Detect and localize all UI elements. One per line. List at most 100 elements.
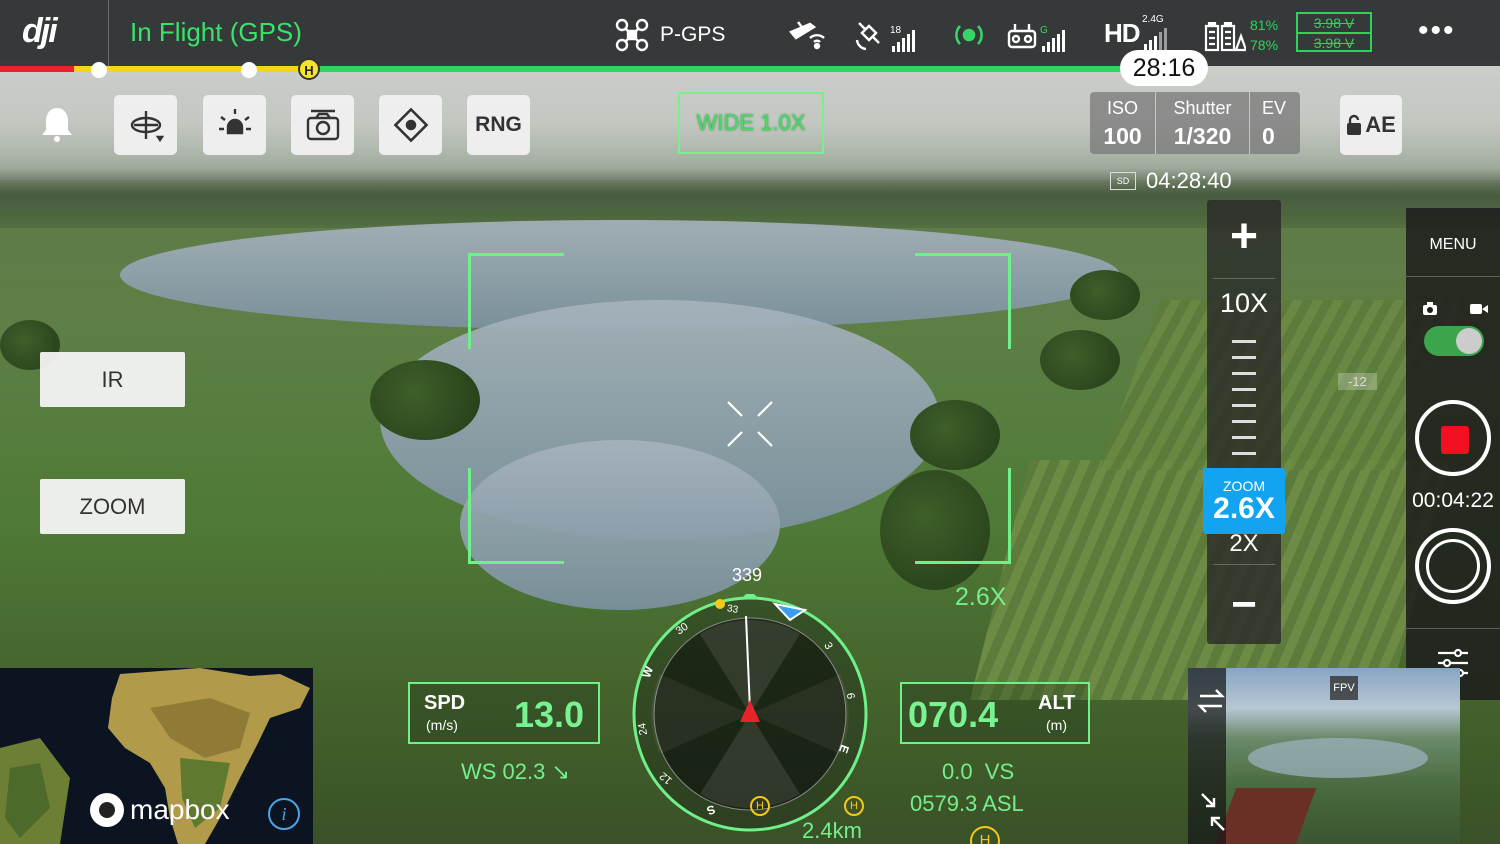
spotlight-button[interactable]	[203, 95, 266, 155]
compass-home-icon: H	[750, 796, 770, 816]
recording-time: 00:04:22	[1412, 489, 1494, 512]
zoom-in-icon[interactable]: +	[1207, 212, 1281, 262]
satellite-icon	[855, 22, 880, 51]
capture-rail: MENU 00:04:22	[1406, 208, 1500, 700]
altitude-panel: 070.4 ALT (m)	[900, 682, 1090, 744]
sd-remaining-time: 04:28:40	[1146, 168, 1232, 193]
zoom-slider[interactable]: + 10X 2X −	[1207, 200, 1281, 644]
cell-voltage-1: 3.98 V	[1313, 15, 1355, 31]
zoom-thumb-value: 2.6X	[1213, 492, 1275, 525]
cell-voltage-box[interactable]: 3.98 V 3.98 V	[1296, 12, 1372, 52]
zoom-thumb-caption: ZOOM	[1223, 478, 1265, 494]
record-button[interactable]	[1415, 400, 1491, 476]
iso-setting[interactable]: ISO 100	[1090, 92, 1156, 154]
compass-heading: 339	[732, 565, 763, 585]
video-mode-icon	[1470, 304, 1488, 314]
ae-lock-button[interactable]: AE	[1340, 95, 1402, 155]
flight-status[interactable]: In Flight (GPS)	[130, 17, 302, 48]
altitude-asl: 0579.3 ASL	[910, 791, 1024, 816]
mapbox-attribution: mapbox	[90, 793, 230, 827]
collapse-view-icon[interactable]	[1200, 792, 1226, 832]
flight-mode-indicator[interactable]: P-GPS	[614, 17, 725, 53]
aircraft-signal-indicator[interactable]	[788, 14, 828, 52]
safe-segment	[310, 66, 1130, 72]
speed-label: SPD	[424, 692, 466, 714]
compass-tick-24: 24	[636, 721, 651, 737]
ev-label: EV	[1262, 98, 1287, 118]
focus-bracket-bottom-left	[468, 468, 564, 564]
shutter-setting[interactable]: Shutter 1/320	[1156, 92, 1250, 154]
remaining-flight-time-bar: H 28:16	[0, 50, 1500, 86]
zoom-slider-thumb[interactable]: ZOOM 2.6X	[1203, 468, 1285, 534]
battery-indicator[interactable]	[1204, 14, 1246, 52]
swap-view-icon[interactable]	[1196, 686, 1226, 716]
photo-video-toggle[interactable]	[1424, 326, 1484, 356]
dji-logo[interactable]: dji	[22, 12, 58, 51]
obstacle-sensing-indicator[interactable]	[952, 14, 986, 52]
focus-bracket-top-left	[468, 253, 564, 349]
zoom-out-icon[interactable]: −	[1207, 580, 1281, 630]
divider	[1213, 564, 1275, 565]
flight-time-remaining: 28:16	[1120, 50, 1208, 86]
waypoint-button[interactable]	[379, 95, 442, 155]
zoom-tick-scale	[1232, 340, 1256, 468]
critical-threshold-marker	[91, 62, 107, 78]
lens-zoom-indicator[interactable]: WIDE 1.0X	[678, 92, 824, 154]
video-link-label: HD	[1104, 18, 1141, 48]
grid-marker: -12	[1338, 373, 1377, 390]
rc-band-label: G	[1040, 25, 1048, 36]
tree-cluster	[1040, 330, 1120, 390]
gps-indicator[interactable]: 18	[854, 14, 915, 52]
wind-speed: WS 02.3 ↘	[461, 759, 570, 784]
ir-camera-button[interactable]: IR	[40, 352, 185, 407]
tree-cluster	[370, 360, 480, 440]
gimbal-button[interactable]	[114, 95, 177, 155]
shutter-button[interactable]	[1415, 528, 1491, 604]
photo-mode-icon	[1423, 302, 1437, 315]
ev-value: 0	[1262, 123, 1275, 149]
speed-unit: (m/s)	[426, 717, 458, 733]
fpv-preview[interactable]	[1188, 668, 1460, 844]
sd-card-remaining: SD 04:28:40	[1110, 168, 1232, 194]
drone-icon	[615, 18, 649, 52]
lock-icon	[1347, 114, 1362, 135]
battery-percent-2: 78%	[1250, 37, 1279, 53]
fpv-water	[1248, 738, 1428, 778]
iso-label: ISO	[1106, 98, 1138, 118]
critical-segment	[0, 66, 74, 72]
record-stop-icon	[1441, 426, 1469, 454]
sd-card-icon: SD	[1110, 172, 1136, 190]
vision-sensor-icon	[955, 25, 983, 45]
shutter-label: Shutter	[1173, 98, 1232, 118]
range-finder-button[interactable]: RNG	[467, 95, 530, 155]
altitude-value: 070.4	[908, 694, 999, 735]
camera-settings-button[interactable]	[291, 95, 354, 155]
status-bar: dji In Flight (GPS) P-GPS 18 G HD 2.4G 8…	[0, 0, 1500, 66]
spotlight-icon	[218, 109, 251, 135]
divider	[1406, 276, 1500, 277]
map-info-icon[interactable]: i	[268, 798, 300, 830]
zoom-overlay-readout: 2.6X	[955, 583, 1007, 611]
bell-icon[interactable]	[40, 105, 74, 143]
exposure-panel[interactable]: ISO 100 Shutter 1/320 EV 0	[1090, 92, 1300, 154]
tree-cluster	[1070, 270, 1140, 320]
altitude-unit: (m)	[1046, 717, 1067, 733]
zoom-max-label: 10X	[1219, 288, 1269, 318]
focus-bracket-bottom-right	[915, 468, 1011, 564]
shutter-value: 1/320	[1173, 123, 1232, 149]
video-link-indicator[interactable]: HD	[1104, 18, 1141, 49]
remote-controller-signal[interactable]: G	[1006, 14, 1065, 52]
fpv-label: FPV	[1330, 676, 1358, 700]
video-signal-bars	[1144, 26, 1167, 50]
compass-tick-33: 33	[726, 603, 739, 616]
more-options-icon[interactable]: •••	[1418, 14, 1456, 48]
low-threshold-marker	[241, 62, 257, 78]
shutter-icon	[1426, 539, 1480, 593]
horizontal-speed-panel: SPD (m/s) 13.0	[408, 682, 600, 744]
menu-button[interactable]: MENU	[1406, 236, 1500, 254]
zoom-camera-button[interactable]: ZOOM	[40, 479, 185, 534]
ev-setting[interactable]: EV 0	[1250, 92, 1300, 154]
waypoint-icon	[393, 107, 428, 143]
focus-bracket-top-right	[915, 253, 1011, 349]
center-crosshair-icon	[727, 401, 773, 447]
